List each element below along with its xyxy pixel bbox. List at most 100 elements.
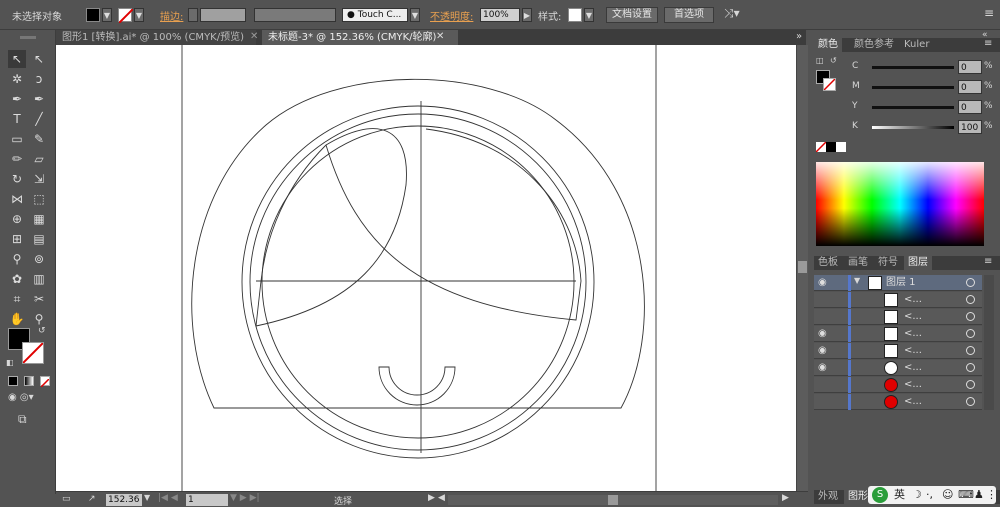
blend-tool-icon[interactable]: ⊚	[30, 250, 48, 268]
channel-value-input[interactable]: 100	[958, 120, 982, 134]
style-swatch[interactable]	[568, 8, 582, 22]
swap-colors-icon[interactable]: ↺	[38, 326, 46, 336]
next-artboard-icon[interactable]: ▼ ▶ ▶|	[230, 493, 260, 503]
stroke-stepper[interactable]	[188, 8, 198, 22]
ime-language[interactable]: 英	[894, 486, 905, 504]
scale-tool-icon[interactable]: ⇲	[30, 170, 48, 188]
tab-brushes[interactable]: 画笔	[844, 256, 872, 270]
width-tool-icon[interactable]: ⋈	[8, 190, 26, 208]
default-colors-icon[interactable]: ◧	[6, 358, 14, 367]
sublayer-name[interactable]: <...	[904, 360, 922, 376]
zoom-input[interactable]: 152.36	[106, 494, 142, 506]
stroke-color-box[interactable]	[22, 342, 44, 364]
stroke-dropdown[interactable]: ▼	[134, 8, 144, 22]
mesh-tool-icon[interactable]: ⊞	[8, 230, 26, 248]
shape-builder-tool-icon[interactable]: ⊕	[8, 210, 26, 228]
vertical-scrollbar[interactable]	[796, 45, 808, 491]
swap-fill-stroke-icon[interactable]: ↺	[830, 56, 837, 65]
slider-track[interactable]	[872, 86, 954, 89]
opacity-input[interactable]: 100%	[480, 8, 520, 22]
free-transform-tool-icon[interactable]: ⬚	[30, 190, 48, 208]
grid-icon[interactable]: ⋮	[986, 486, 997, 504]
sublayer-name[interactable]: <...	[904, 292, 922, 308]
sublayer-name[interactable]: <...	[904, 394, 922, 410]
artboard-tool-icon[interactable]: ⌗	[8, 290, 26, 308]
tab-kuler[interactable]: Kuler	[900, 38, 933, 52]
stroke-weight-input[interactable]	[200, 8, 246, 22]
close-icon[interactable]: ✕	[436, 31, 444, 42]
eyedropper-tool-icon[interactable]: ⚲	[8, 250, 26, 268]
status-menu-icon[interactable]: ▶	[428, 493, 435, 503]
black-swatch[interactable]	[826, 142, 836, 152]
sublayer-row[interactable]: ◉ <...	[814, 343, 982, 359]
target-icon[interactable]	[966, 295, 975, 304]
gradient-tool-icon[interactable]: ▤	[30, 230, 48, 248]
default-fill-stroke-icon[interactable]: ◫	[816, 56, 824, 65]
tab-layers[interactable]: 图层	[904, 256, 932, 270]
scroll-left-icon[interactable]: ◀	[438, 493, 445, 503]
user-icon[interactable]: ♟	[974, 486, 984, 504]
ime-toolbar[interactable]: S 英 ☽ ·, ☺ ⌨ ♟ ⋮	[868, 486, 997, 504]
sublayer-name[interactable]: <...	[904, 377, 922, 393]
stroke-color-box[interactable]	[823, 78, 836, 91]
sublayer-name[interactable]: <...	[904, 309, 922, 325]
color-spectrum[interactable]	[816, 162, 984, 246]
tab-document-1[interactable]: 图形1 [转换].ai* @ 100% (CMYK/预览)	[56, 30, 256, 45]
horizontal-scrollbar[interactable]	[448, 495, 778, 505]
stroke-label[interactable]: 描边:	[160, 8, 183, 23]
target-icon[interactable]	[966, 363, 975, 372]
eye-icon[interactable]: ◉	[818, 362, 830, 374]
white-swatch[interactable]	[836, 142, 846, 152]
lasso-tool-icon[interactable]: ↄ	[30, 70, 48, 88]
column-graph-tool-icon[interactable]: ▥	[30, 270, 48, 288]
tabs-overflow-icon[interactable]: »	[796, 31, 802, 42]
tab-document-2[interactable]: 未标题-3* @ 152.36% (CMYK/轮廓)	[262, 30, 458, 45]
curvature-tool-icon[interactable]: ✒	[30, 90, 48, 108]
sublayer-row[interactable]: ◉ <...	[814, 326, 982, 342]
tab-symbols[interactable]: 符号	[874, 256, 902, 270]
target-icon[interactable]	[966, 312, 975, 321]
sublayer-row[interactable]: <...	[814, 377, 982, 393]
scroll-right-icon[interactable]: ▶	[782, 493, 789, 503]
panel-menu-icon[interactable]: ≡	[984, 38, 992, 49]
color-mode-icon[interactable]	[8, 376, 18, 386]
gradient-mode-icon[interactable]	[24, 376, 34, 386]
zoom-dropdown-icon[interactable]: ▼	[144, 493, 150, 502]
variable-width-dropdown[interactable]	[254, 8, 336, 22]
pen-tool-icon[interactable]: ✒	[8, 90, 26, 108]
magic-wand-tool-icon[interactable]: ✲	[8, 70, 26, 88]
panel-menu-icon[interactable]: ≡	[984, 6, 994, 20]
sublayer-row[interactable]: <...	[814, 394, 982, 410]
perspective-grid-tool-icon[interactable]: ▦	[30, 210, 48, 228]
sublayer-name[interactable]: <...	[904, 326, 922, 342]
moon-icon[interactable]: ☽	[912, 486, 922, 504]
opacity-dropdown[interactable]: ▶	[522, 8, 532, 22]
rectangle-tool-icon[interactable]: ▭	[8, 130, 26, 148]
slider-track[interactable]	[872, 66, 954, 69]
fill-swatch[interactable]	[86, 8, 100, 22]
channel-value-input[interactable]: 0	[958, 100, 982, 114]
open-in-bridge-icon[interactable]: ↗	[88, 494, 96, 504]
eye-icon[interactable]: ◉	[818, 328, 830, 340]
artboard-nav-icon[interactable]: ▭	[62, 494, 71, 504]
screen-mode-icon[interactable]: ⧉	[18, 412, 27, 427]
pencil-tool-icon[interactable]: ✏	[8, 150, 26, 168]
tab-swatches[interactable]: 色板	[814, 256, 842, 270]
selection-tool-icon[interactable]: ↖	[8, 50, 26, 68]
paintbrush-tool-icon[interactable]: ✎	[30, 130, 48, 148]
tab-color[interactable]: 颜色	[814, 38, 842, 52]
target-icon[interactable]	[966, 346, 975, 355]
target-icon[interactable]	[966, 278, 975, 287]
punctuation-icon[interactable]: ·,	[926, 486, 933, 504]
layer-name[interactable]: 图层 1	[886, 275, 916, 291]
direct-selection-tool-icon[interactable]: ↖	[30, 50, 48, 68]
rotate-tool-icon[interactable]: ↻	[8, 170, 26, 188]
line-tool-icon[interactable]: ╱	[30, 110, 48, 128]
eraser-tool-icon[interactable]: ▱	[30, 150, 48, 168]
emoji-icon[interactable]: ☺	[942, 486, 953, 504]
eye-icon[interactable]: ◉	[818, 277, 830, 289]
sublayer-row[interactable]: ◉ <...	[814, 360, 982, 376]
tab-appearance[interactable]: 外观	[814, 490, 842, 504]
none-swatch[interactable]	[815, 141, 827, 153]
layer-row[interactable]: ◉ ▼ 图层 1	[814, 275, 982, 291]
